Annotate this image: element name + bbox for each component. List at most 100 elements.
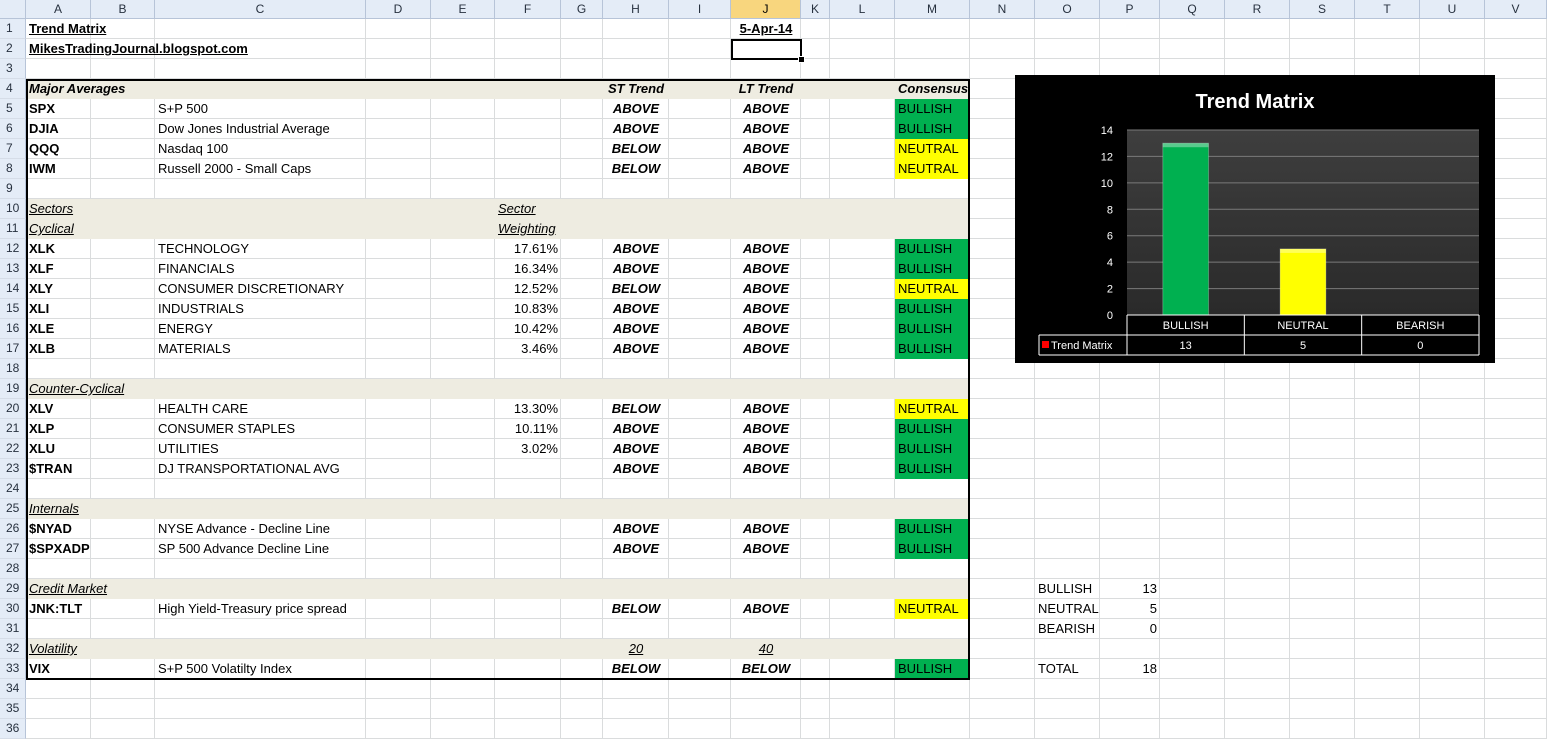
row-header-30[interactable]: 30 [0, 599, 26, 619]
name-cell[interactable]: HEALTH CARE [155, 399, 431, 419]
row-header-23[interactable]: 23 [0, 459, 26, 479]
st-trend-cell[interactable]: BELOW [603, 399, 669, 419]
column-header-a[interactable]: A [26, 0, 91, 19]
lt-trend-cell[interactable]: ABOVE [731, 239, 801, 259]
blog-link[interactable]: MikesTradingJournal.blogspot.com [26, 39, 366, 59]
consensus-cell[interactable]: NEUTRAL [895, 279, 970, 299]
row-header-3[interactable]: 3 [0, 59, 26, 79]
row-header-35[interactable]: 35 [0, 699, 26, 719]
row-header-4[interactable]: 4 [0, 79, 26, 99]
row-header-32[interactable]: 32 [0, 639, 26, 659]
name-cell[interactable]: SP 500 Advance Decline Line [155, 539, 431, 559]
major-averages-header[interactable]: Major Averages [26, 79, 155, 99]
row-header-33[interactable]: 33 [0, 659, 26, 679]
st-trend-cell[interactable]: BELOW [603, 599, 669, 619]
lt-trend-cell[interactable]: ABOVE [731, 439, 801, 459]
ticker-cell[interactable]: XLU [26, 439, 91, 459]
consensus-cell[interactable]: BULLISH [895, 299, 970, 319]
lt-trend-cell[interactable]: ABOVE [731, 259, 801, 279]
st-trend-cell[interactable]: ABOVE [603, 259, 669, 279]
sheet-title[interactable]: Trend Matrix [26, 19, 155, 39]
lt-trend-cell[interactable]: ABOVE [731, 339, 801, 359]
consensus-cell[interactable]: NEUTRAL [895, 599, 970, 619]
summary-bullish-label[interactable]: BULLISH [1035, 579, 1100, 599]
name-cell[interactable]: Dow Jones Industrial Average [155, 119, 431, 139]
weight-cell[interactable]: 10.11% [495, 419, 561, 439]
row-header-36[interactable]: 36 [0, 719, 26, 739]
ticker-cell[interactable]: IWM [26, 159, 91, 179]
internals-label[interactable]: Internals [26, 499, 155, 519]
name-cell[interactable]: DJ TRANSPORTATIONAL AVG [155, 459, 431, 479]
consensus-cell[interactable]: BULLISH [895, 539, 970, 559]
ticker-cell[interactable]: QQQ [26, 139, 91, 159]
column-header-r[interactable]: R [1225, 0, 1290, 19]
consensus-cell[interactable]: BULLISH [895, 439, 970, 459]
st-trend-header[interactable]: ST Trend [603, 79, 669, 99]
row-header-20[interactable]: 20 [0, 399, 26, 419]
name-cell[interactable]: S+P 500 [155, 99, 431, 119]
weight-cell[interactable]: 3.46% [495, 339, 561, 359]
select-all-corner[interactable] [0, 0, 26, 19]
row-header-6[interactable]: 6 [0, 119, 26, 139]
ticker-cell[interactable]: XLK [26, 239, 91, 259]
st-trend-cell[interactable]: ABOVE [603, 299, 669, 319]
lt-trend-cell[interactable]: ABOVE [731, 299, 801, 319]
vol-lt-period[interactable]: 40 [731, 639, 801, 659]
summary-total-label[interactable]: TOTAL [1035, 659, 1100, 679]
weight-cell[interactable]: 10.83% [495, 299, 561, 319]
weight-cell[interactable]: 16.34% [495, 259, 561, 279]
row-header-12[interactable]: 12 [0, 239, 26, 259]
row-header-31[interactable]: 31 [0, 619, 26, 639]
ticker-cell[interactable]: JNK:TLT [26, 599, 91, 619]
row-header-2[interactable]: 2 [0, 39, 26, 59]
weighting-label[interactable]: Weighting [495, 219, 561, 239]
lt-trend-cell[interactable]: ABOVE [731, 519, 801, 539]
weight-cell[interactable] [495, 459, 561, 479]
row-header-8[interactable]: 8 [0, 159, 26, 179]
weight-cell[interactable]: 12.52% [495, 279, 561, 299]
active-cell-cursor[interactable] [731, 39, 802, 60]
row-header-13[interactable]: 13 [0, 259, 26, 279]
consensus-cell[interactable]: BULLISH [895, 119, 970, 139]
name-cell[interactable]: High Yield-Treasury price spread [155, 599, 431, 619]
ticker-cell[interactable]: XLV [26, 399, 91, 419]
date-cell[interactable]: 5-Apr-14 [731, 19, 801, 39]
row-header-11[interactable]: 11 [0, 219, 26, 239]
ticker-cell[interactable]: $SPXADP [26, 539, 91, 559]
ticker-cell[interactable]: SPX [26, 99, 91, 119]
ticker-cell[interactable]: XLP [26, 419, 91, 439]
trend-matrix-chart[interactable]: 0 2 4 6 8 10 12 14 Trend Matrix BULLISH 13 NEUTRAL 5… [1015, 75, 1495, 363]
column-header-p[interactable]: P [1100, 0, 1160, 19]
row-header-16[interactable]: 16 [0, 319, 26, 339]
column-header-c[interactable]: C [155, 0, 366, 19]
ticker-cell[interactable]: $NYAD [26, 519, 91, 539]
column-header-h[interactable]: H [603, 0, 669, 19]
sector-label[interactable]: Sector [495, 199, 561, 219]
name-cell[interactable]: CONSUMER STAPLES [155, 419, 431, 439]
st-trend-cell[interactable]: ABOVE [603, 419, 669, 439]
lt-trend-cell[interactable]: ABOVE [731, 459, 801, 479]
weight-cell[interactable]: 17.61% [495, 239, 561, 259]
summary-neutral-label[interactable]: NEUTRAL [1035, 599, 1100, 619]
fill-handle[interactable] [798, 56, 805, 63]
st-trend-cell[interactable]: BELOW [603, 139, 669, 159]
name-cell[interactable]: FINANCIALS [155, 259, 431, 279]
consensus-cell[interactable]: BULLISH [895, 239, 970, 259]
consensus-cell[interactable]: BULLISH [895, 319, 970, 339]
column-header-u[interactable]: U [1420, 0, 1485, 19]
row-header-18[interactable]: 18 [0, 359, 26, 379]
column-header-k[interactable]: K [801, 0, 830, 19]
column-header-o[interactable]: O [1035, 0, 1100, 19]
consensus-cell[interactable]: BULLISH [895, 339, 970, 359]
st-trend-cell[interactable]: ABOVE [603, 339, 669, 359]
column-header-s[interactable]: S [1290, 0, 1355, 19]
row-header-24[interactable]: 24 [0, 479, 26, 499]
column-header-d[interactable]: D [366, 0, 431, 19]
ticker-cell[interactable]: XLF [26, 259, 91, 279]
column-header-f[interactable]: F [495, 0, 561, 19]
column-header-l[interactable]: L [830, 0, 895, 19]
volatility-label[interactable]: Volatility [26, 639, 155, 659]
lt-trend-cell[interactable]: ABOVE [731, 159, 801, 179]
ticker-cell[interactable]: XLB [26, 339, 91, 359]
name-cell[interactable]: ENERGY [155, 319, 431, 339]
